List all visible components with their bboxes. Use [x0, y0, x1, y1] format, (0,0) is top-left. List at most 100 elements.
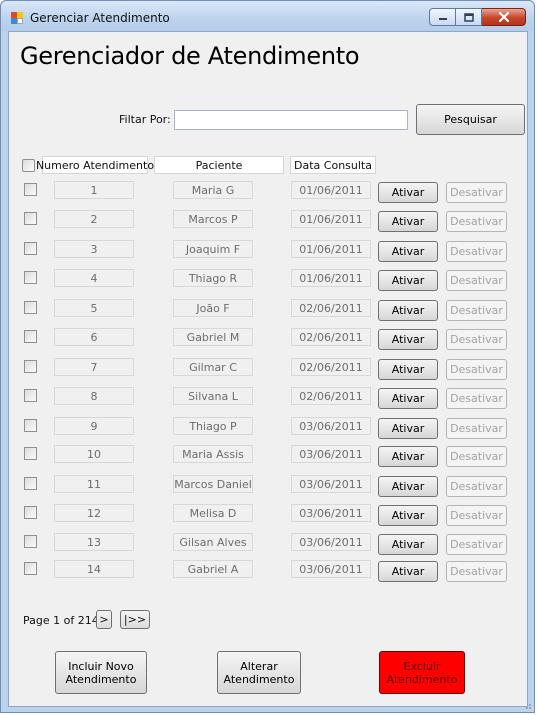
row-checkbox[interactable]: [24, 271, 37, 284]
cell-numero: 10: [54, 445, 134, 463]
page-title: Gerenciador de Atendimento: [20, 42, 360, 70]
deactivate-button[interactable]: Desativar: [446, 241, 507, 262]
last-page-button[interactable]: |>>: [120, 610, 150, 629]
activate-button[interactable]: Ativar: [378, 270, 438, 291]
cell-numero: 11: [54, 475, 134, 493]
row-checkbox[interactable]: [24, 183, 37, 196]
deactivate-button[interactable]: Desativar: [446, 211, 507, 232]
cell-data-consulta: 02/06/2011: [291, 358, 371, 376]
cell-paciente: Gabriel A: [173, 560, 253, 578]
deactivate-button[interactable]: Desativar: [446, 388, 507, 409]
deactivate-button[interactable]: Desativar: [446, 418, 507, 439]
cell-numero: 4: [54, 269, 134, 287]
row-checkbox[interactable]: [24, 301, 37, 314]
cell-paciente: Marcos Daniel: [173, 475, 253, 493]
minimize-button[interactable]: [429, 8, 456, 26]
cell-data-consulta: 03/06/2011: [291, 533, 371, 551]
row-checkbox[interactable]: [24, 242, 37, 255]
activate-button[interactable]: Ativar: [378, 446, 438, 467]
resize-grip-icon[interactable]: [522, 700, 532, 710]
cell-paciente: Gilsan Alves: [173, 533, 253, 551]
row-checkbox[interactable]: [24, 447, 37, 460]
cell-data-consulta: 01/06/2011: [291, 181, 371, 199]
cell-numero: 8: [54, 387, 134, 405]
minimize-icon: [438, 18, 447, 20]
deactivate-button[interactable]: Desativar: [446, 182, 507, 203]
cell-numero: 9: [54, 417, 134, 435]
app-icon: [11, 12, 23, 24]
application-window: Gerenciar Atendimento Gerenciador de Ate…: [0, 0, 535, 713]
next-page-button[interactable]: >: [96, 610, 112, 629]
deactivate-button[interactable]: Desativar: [446, 359, 507, 380]
title-bar[interactable]: Gerenciar Atendimento: [1, 1, 534, 31]
cell-paciente: Maria Assis: [173, 445, 253, 463]
window-controls: [429, 8, 526, 28]
cell-numero: 6: [54, 328, 134, 346]
search-button[interactable]: Pesquisar: [416, 104, 525, 135]
header-numero-atendimento: Numero Atendimento: [36, 156, 154, 174]
cell-paciente: Marcos P: [173, 210, 253, 228]
activate-button[interactable]: Ativar: [378, 561, 438, 582]
cell-data-consulta: 01/06/2011: [291, 240, 371, 258]
cell-data-consulta: 03/06/2011: [291, 445, 371, 463]
cell-data-consulta: 03/06/2011: [291, 560, 371, 578]
row-checkbox[interactable]: [24, 360, 37, 373]
cell-data-consulta: 03/06/2011: [291, 417, 371, 435]
cell-paciente: Gilmar C: [173, 358, 253, 376]
cell-paciente: Silvana L: [173, 387, 253, 405]
filter-input[interactable]: [174, 110, 408, 130]
activate-button[interactable]: Ativar: [378, 300, 438, 321]
row-checkbox[interactable]: [24, 535, 37, 548]
deactivate-button[interactable]: Desativar: [446, 505, 507, 526]
cell-paciente: Maria G: [173, 181, 253, 199]
cell-paciente: Thiago P: [173, 417, 253, 435]
cell-paciente: Thiago R: [173, 269, 253, 287]
activate-button[interactable]: Ativar: [378, 476, 438, 497]
cell-numero: 12: [54, 504, 134, 522]
deactivate-button[interactable]: Desativar: [446, 329, 507, 350]
row-checkbox[interactable]: [24, 212, 37, 225]
deactivate-button[interactable]: Desativar: [446, 561, 507, 582]
deactivate-button[interactable]: Desativar: [446, 476, 507, 497]
cell-data-consulta: 03/06/2011: [291, 475, 371, 493]
row-checkbox[interactable]: [24, 330, 37, 343]
activate-button[interactable]: Ativar: [378, 534, 438, 555]
activate-button[interactable]: Ativar: [378, 211, 438, 232]
deactivate-button[interactable]: Desativar: [446, 534, 507, 555]
row-checkbox[interactable]: [24, 389, 37, 402]
cell-numero: 3: [54, 240, 134, 258]
activate-button[interactable]: Ativar: [378, 182, 438, 203]
activate-button[interactable]: Ativar: [378, 241, 438, 262]
deactivate-button[interactable]: Desativar: [446, 270, 507, 291]
delete-button[interactable]: Excluir Atendimento: [379, 651, 465, 694]
activate-button[interactable]: Ativar: [378, 505, 438, 526]
row-checkbox[interactable]: [24, 562, 37, 575]
close-icon: [498, 12, 509, 22]
deactivate-button[interactable]: Desativar: [446, 300, 507, 321]
row-checkbox[interactable]: [24, 419, 37, 432]
activate-button[interactable]: Ativar: [378, 359, 438, 380]
header-paciente: Paciente: [154, 156, 284, 174]
cell-paciente: Joaquim F: [173, 240, 253, 258]
cell-numero: 5: [54, 299, 134, 317]
activate-button[interactable]: Ativar: [378, 418, 438, 439]
activate-button[interactable]: Ativar: [378, 388, 438, 409]
deactivate-button[interactable]: Desativar: [446, 446, 507, 467]
row-checkbox[interactable]: [24, 477, 37, 490]
include-new-button[interactable]: Incluir Novo Atendimento: [55, 651, 147, 694]
cell-data-consulta: 01/06/2011: [291, 269, 371, 287]
maximize-button[interactable]: [456, 8, 482, 26]
cell-data-consulta: 02/06/2011: [291, 387, 371, 405]
window-title: Gerenciar Atendimento: [30, 11, 170, 25]
alter-button[interactable]: Alterar Atendimento: [217, 651, 301, 694]
select-all-checkbox[interactable]: [22, 159, 35, 172]
cell-paciente: João F: [173, 299, 253, 317]
cell-numero: 14: [54, 560, 134, 578]
header-data-consulta: Data Consulta: [290, 156, 376, 174]
cell-numero: 2: [54, 210, 134, 228]
activate-button[interactable]: Ativar: [378, 329, 438, 350]
close-button[interactable]: [482, 8, 526, 26]
row-checkbox[interactable]: [24, 506, 37, 519]
cell-data-consulta: 02/06/2011: [291, 299, 371, 317]
cell-data-consulta: 02/06/2011: [291, 328, 371, 346]
